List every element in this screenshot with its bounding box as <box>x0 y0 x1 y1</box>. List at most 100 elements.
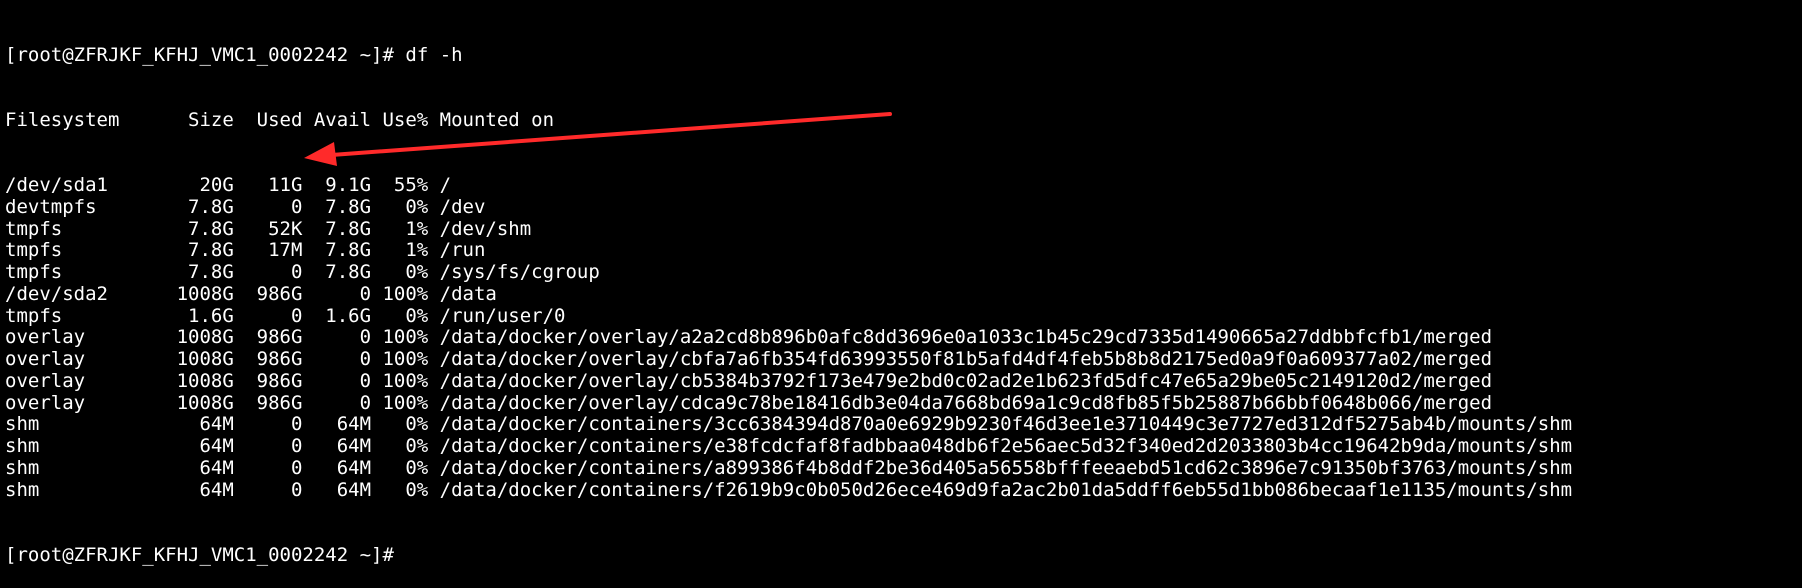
row-used: 0 <box>290 195 303 218</box>
row-filesystem: overlay <box>5 391 86 414</box>
row-use-percent: 1% <box>405 239 429 262</box>
row-avail: 7.8G <box>325 195 372 218</box>
row-avail: 7.8G <box>325 261 372 283</box>
row-mount-point: /dev/shm <box>439 217 532 240</box>
row-filesystem: shm <box>5 435 40 457</box>
row-size: 1008G <box>176 282 234 305</box>
row-avail: 64M <box>336 456 372 479</box>
row-used: 0 <box>290 456 303 479</box>
row-use-percent: 100% <box>382 348 429 370</box>
row-use-percent: 0% <box>405 261 429 283</box>
header-used: Used <box>256 108 303 131</box>
row-avail: 9.1G <box>325 174 372 196</box>
row-mount-point: /data/docker/overlay/cbfa7a6fb354fd63993… <box>439 348 1493 370</box>
row-mount-point: /data/docker/containers/f2619b9c0b050d26… <box>439 478 1573 501</box>
df-row: shm 64M 0 64M 0% /data/docker/containers/f261… <box>5 478 1573 502</box>
row-avail: 0 <box>359 369 372 392</box>
row-mount-point: /dev <box>439 195 486 218</box>
df-row: tmpfs 7.8G 0 7.8G 0% /sys/fs/cgroup <box>5 261 1572 284</box>
df-row: tmpfs 1.6G 0 1.6G 0% /run/user/0 <box>5 304 1572 328</box>
row-filesystem: shm <box>5 478 40 501</box>
command-text: df -h <box>405 43 463 66</box>
row-size: 7.8G <box>188 239 234 262</box>
row-use-percent: 100% <box>382 391 429 414</box>
row-used: 986G <box>256 348 303 370</box>
terminal-output[interactable]: [root@ZFRJKF_KFHJ_VMC1_0002242 ~]# df -h… <box>5 1 1572 588</box>
row-mount-point: /data/docker/overlay/cb5384b3792f173e479… <box>439 369 1493 392</box>
df-row: devtmpfs 7.8G 0 7.8G 0% /dev <box>5 195 1572 219</box>
row-avail: 0 <box>359 348 372 370</box>
row-used: 0 <box>290 261 303 283</box>
row-avail: 7.8G <box>325 239 372 262</box>
df-row: shm 64M 0 64M 0% /data/docker/containers/e38f… <box>5 435 1573 458</box>
row-use-percent: 0% <box>405 456 429 479</box>
row-filesystem: devtmpfs <box>5 195 97 218</box>
header-use-percent: Use% <box>382 108 429 131</box>
row-used: 52K <box>268 217 303 240</box>
row-use-percent: 0% <box>405 478 429 501</box>
row-size: 1008G <box>176 326 234 349</box>
row-filesystem: /dev/sda2 <box>5 282 108 305</box>
row-filesystem: shm <box>5 456 40 479</box>
row-used: 0 <box>290 478 303 501</box>
row-size: 1008G <box>176 391 234 414</box>
row-avail: 64M <box>336 435 372 457</box>
row-filesystem: overlay <box>5 326 86 349</box>
row-avail: 64M <box>336 478 372 501</box>
header-size: Size <box>188 108 234 131</box>
row-use-percent: 100% <box>382 282 429 305</box>
row-mount-point: /data/docker/containers/e38fcdcfaf8fadbb… <box>439 435 1573 457</box>
df-row: /dev/sda1 20G 11G 9.1G 55% / <box>5 174 1572 197</box>
row-use-percent: 0% <box>405 435 429 457</box>
row-mount-point: /data/docker/overlay/cdca9c78be18416db3e… <box>439 391 1493 414</box>
row-avail: 7.8G <box>325 217 372 240</box>
row-size: 64M <box>199 435 234 457</box>
row-use-percent: 0% <box>405 195 429 218</box>
row-size: 7.8G <box>188 195 234 218</box>
row-used: 0 <box>290 435 303 457</box>
row-size: 1008G <box>176 369 234 392</box>
df-row: tmpfs 7.8G 17M 7.8G 1% /run <box>5 239 1572 262</box>
row-used: 986G <box>256 326 303 349</box>
row-mount-point: /data/docker/overlay/a2a2cd8b896b0afc8dd… <box>439 326 1493 349</box>
row-avail: 0 <box>359 391 372 414</box>
df-row: overlay 1008G 986G 0 100% /data/docker/overla… <box>5 391 1572 415</box>
row-mount-point: /sys/fs/cgroup <box>439 261 600 283</box>
df-header-row: Filesystem Size Used Avail Use% Mounted … <box>5 108 1572 132</box>
row-used: 11G <box>268 174 303 196</box>
row-use-percent: 100% <box>382 369 429 392</box>
row-avail: 0 <box>359 326 372 349</box>
row-use-percent: 1% <box>405 217 429 240</box>
row-size: 64M <box>199 456 234 479</box>
row-used: 0 <box>290 304 303 327</box>
df-rows: /dev/sda1 20G 11G 9.1G 55% / devtmpfs 7.8G 0 7.8G… <box>5 174 1573 502</box>
row-mount-point: /data/docker/containers/a899386f4b8ddf2b… <box>439 456 1573 479</box>
row-filesystem: /dev/sda1 <box>5 174 108 196</box>
row-filesystem: overlay <box>5 369 86 392</box>
row-filesystem: overlay <box>5 348 86 370</box>
row-mount-point: /data <box>439 282 497 305</box>
row-mount-point: /run <box>439 239 486 262</box>
row-used: 986G <box>256 282 303 305</box>
header-filesystem: Filesystem <box>5 108 120 131</box>
next-command-line: [root@ZFRJKF_KFHJ_VMC1_0002242 ~]# <box>5 544 1572 567</box>
row-use-percent: 55% <box>393 174 429 196</box>
command-line: [root@ZFRJKF_KFHJ_VMC1_0002242 ~]# df -h <box>5 43 1572 67</box>
row-filesystem: tmpfs <box>5 304 63 327</box>
row-size: 20G <box>199 174 234 196</box>
df-row: overlay 1008G 986G 0 100% /data/docker/overla… <box>5 326 1572 349</box>
row-use-percent: 0% <box>405 304 429 327</box>
row-avail: 0 <box>359 282 372 305</box>
row-size: 7.8G <box>188 217 234 240</box>
row-mount-point: / <box>439 174 452 196</box>
row-used: 986G <box>256 369 303 392</box>
row-filesystem: tmpfs <box>5 217 63 240</box>
df-row: shm 64M 0 64M 0% /data/docker/containers/a899… <box>5 456 1573 480</box>
row-used: 986G <box>256 391 303 414</box>
row-mount-point: /run/user/0 <box>439 304 566 327</box>
row-avail: 1.6G <box>325 304 372 327</box>
header-avail: Avail <box>313 108 372 131</box>
row-used: 17M <box>268 239 303 262</box>
df-row: /dev/sda2 1008G 986G 0 100% /data <box>5 282 1572 306</box>
df-row: overlay 1008G 986G 0 100% /data/docker/overla… <box>5 348 1572 371</box>
